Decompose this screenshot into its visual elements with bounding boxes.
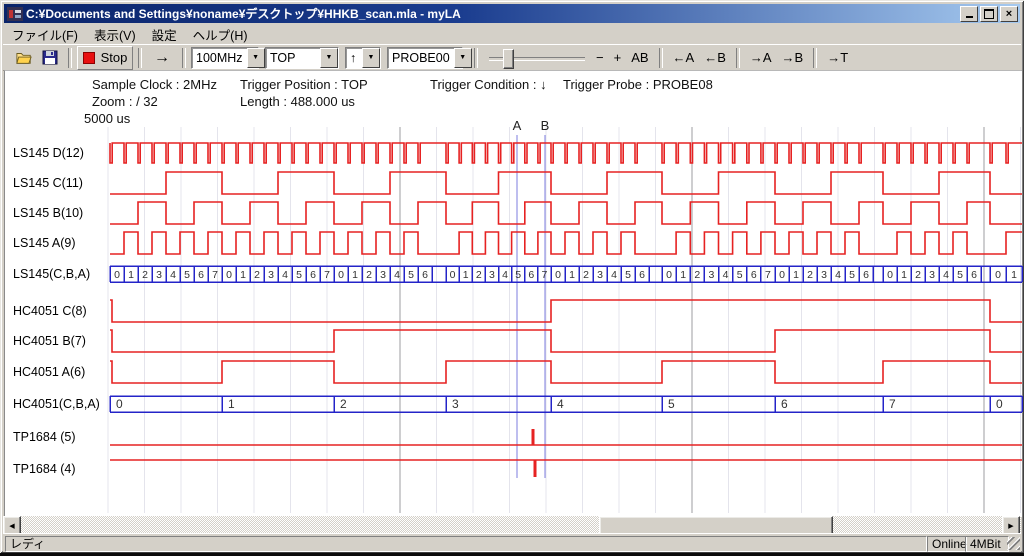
signal-label-hc4051-b-7: HC4051 B(7) xyxy=(13,333,86,349)
sample-clock-select[interactable]: 100MHz ▼ xyxy=(191,47,259,69)
zoom-slider-thumb[interactable] xyxy=(503,49,514,69)
chevron-down-icon[interactable]: ▼ xyxy=(454,48,472,68)
trigger-edge-select[interactable]: ↑ ▼ xyxy=(345,47,381,69)
signal-label-hc4051-a-6: HC4051 A(6) xyxy=(13,364,85,380)
minimize-button[interactable] xyxy=(960,6,978,22)
trigger-position-info: Trigger Position : TOP xyxy=(240,77,368,92)
toolbar-separator xyxy=(736,48,740,68)
resize-grip[interactable] xyxy=(1007,537,1020,550)
status-memory: 4MBit xyxy=(965,536,1009,552)
maximize-icon xyxy=(984,9,994,19)
title-bar: C:¥Documents and Settings¥noname¥デスクトップ¥… xyxy=(4,4,1020,23)
open-folder-icon xyxy=(16,50,32,65)
timeline-label: 5000 us xyxy=(84,111,130,126)
cursor-b-left-button[interactable]: ←B xyxy=(699,46,731,70)
cursor-a-right-button[interactable]: →A xyxy=(745,46,777,70)
save-button[interactable] xyxy=(37,46,63,70)
signal-label-ls145-c-b-a: LS145(C,B,A) xyxy=(13,266,90,282)
minimize-icon xyxy=(966,16,973,18)
save-floppy-icon xyxy=(42,50,58,65)
signal-label-ls145-d-12: LS145 D(12) xyxy=(13,145,84,161)
trigger-position-value: TOP xyxy=(266,51,320,65)
run-arrow-icon: → xyxy=(154,49,170,67)
trigger-edge-value: ↑ xyxy=(346,51,362,65)
signal-label-hc4051-c-b-a: HC4051(C,B,A) xyxy=(13,396,100,412)
chevron-down-icon[interactable]: ▼ xyxy=(247,48,265,68)
zoom-info: Zoom : / 32 xyxy=(92,94,158,109)
signal-label-ls145-b-10: LS145 B(10) xyxy=(13,205,83,221)
ab-button[interactable]: AB xyxy=(626,46,653,70)
run-button[interactable]: → xyxy=(147,46,177,70)
window-title: C:¥Documents and Settings¥noname¥デスクトップ¥… xyxy=(26,5,956,22)
stop-button[interactable]: Stop xyxy=(77,46,133,70)
sample-clock-value: 100MHz xyxy=(192,51,247,65)
toolbar-separator xyxy=(138,48,142,68)
toolbar-separator xyxy=(813,48,817,68)
close-button[interactable]: × xyxy=(1000,6,1018,22)
chevron-down-icon[interactable]: ▼ xyxy=(362,48,380,68)
waveform-panel xyxy=(4,70,1022,517)
trigger-probe-value: PROBE00 xyxy=(388,51,454,65)
signal-label-tp1684-5: TP1684 (5) xyxy=(13,429,76,445)
cursor-b-right-button[interactable]: →B xyxy=(777,46,809,70)
trigger-position-select[interactable]: TOP ▼ xyxy=(265,47,339,69)
cursor-a-left-button[interactable]: ←A xyxy=(668,46,700,70)
menu-help[interactable]: ヘルプ(H) xyxy=(185,24,256,45)
app-icon[interactable] xyxy=(7,7,23,21)
trigger-probe-info: Trigger Probe : PROBE08 xyxy=(563,77,713,92)
goto-trigger-button[interactable]: →T xyxy=(822,46,853,70)
menu-file[interactable]: ファイル(F) xyxy=(4,24,86,45)
stop-icon xyxy=(83,52,95,64)
status-online: Online xyxy=(927,536,967,552)
zoom-in-button[interactable]: + xyxy=(609,46,627,70)
toolbar-separator xyxy=(474,48,478,68)
trigger-probe-select[interactable]: PROBE00 ▼ xyxy=(387,47,463,69)
menu-settings[interactable]: 設定 xyxy=(144,24,185,45)
open-button[interactable] xyxy=(11,46,37,70)
horizontal-scrollbar[interactable]: ◀ ▶ xyxy=(3,516,1021,533)
maximize-button[interactable] xyxy=(980,6,998,22)
signal-label-tp1684-4: TP1684 (4) xyxy=(13,461,76,477)
menu-view[interactable]: 表示(V) xyxy=(86,24,144,45)
cursor-a-label[interactable]: A xyxy=(510,118,524,133)
zoom-slider[interactable] xyxy=(489,48,585,68)
signal-label-ls145-c-11: LS145 C(11) xyxy=(13,175,83,191)
signal-label-ls145-a-9: LS145 A(9) xyxy=(13,235,76,251)
app-window: C:¥Documents and Settings¥noname¥デスクトップ¥… xyxy=(0,0,1024,553)
menu-bar: ファイル(F) 表示(V) 設定 ヘルプ(H) xyxy=(4,25,1020,43)
length-info: Length : 488.000 us xyxy=(240,94,355,109)
trigger-condition-info: Trigger Condition : ↓ xyxy=(430,77,547,92)
status-message: レディ xyxy=(5,536,927,552)
toolbar: Stop → 100MHz ▼ TOP ▼ ↑ ▼ PROBE00 ▼ − + xyxy=(3,44,1021,71)
chevron-down-icon[interactable]: ▼ xyxy=(320,48,338,68)
stop-label: Stop xyxy=(101,50,128,65)
status-bar: レディ Online 4MBit xyxy=(3,533,1021,552)
window-controls: × xyxy=(960,6,1018,22)
cursor-b-label[interactable]: B xyxy=(538,118,552,133)
toolbar-separator xyxy=(659,48,663,68)
toolbar-separator xyxy=(68,48,72,68)
sample-clock-info: Sample Clock : 2MHz xyxy=(92,77,217,92)
toolbar-separator xyxy=(182,48,186,68)
signal-label-hc4051-c-8: HC4051 C(8) xyxy=(13,303,87,319)
zoom-out-button[interactable]: − xyxy=(591,46,609,70)
